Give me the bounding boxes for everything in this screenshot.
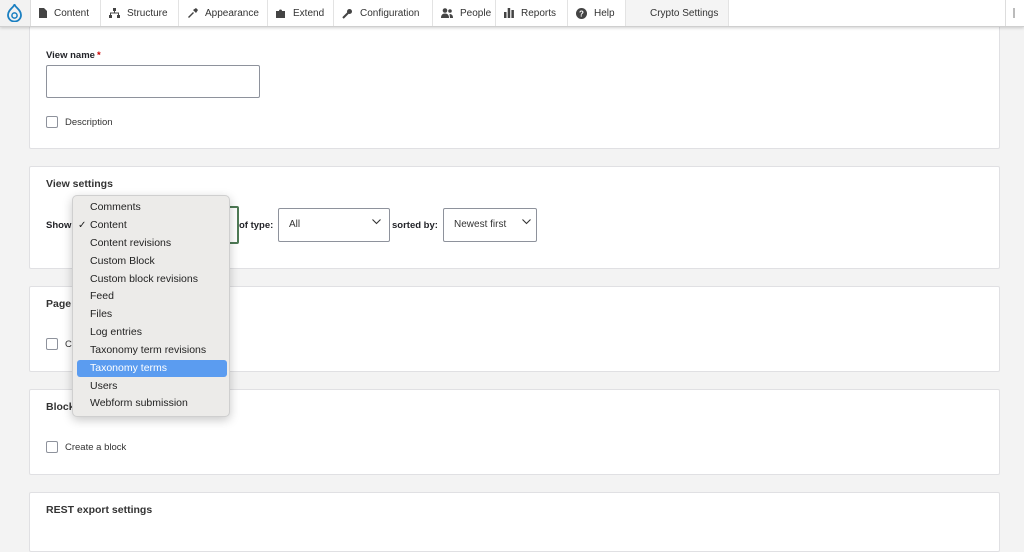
toolbar-orientation-toggle[interactable] <box>1005 0 1024 26</box>
show-label: Show <box>46 220 72 231</box>
toolbar-content-label: Content <box>54 7 90 19</box>
toolbar-reports-label: Reports <box>521 7 557 19</box>
admin-toolbar: Content Structure Appearance Extend Conf… <box>0 0 1024 27</box>
checkmark-icon: ✓ <box>78 220 87 231</box>
create-block-checkbox[interactable] <box>46 441 58 453</box>
toolbar-people[interactable]: People <box>433 0 496 26</box>
of-type-value: All <box>289 219 301 230</box>
option-log-entries[interactable]: Log entries <box>77 324 227 341</box>
toolbar-structure[interactable]: Structure <box>101 0 179 26</box>
rest-export-settings-title: REST export settings <box>46 504 153 516</box>
show-dropdown-menu: Comments ✓ Content Content revisions Cust… <box>72 195 230 417</box>
chevron-down-icon <box>372 217 381 228</box>
view-name-input[interactable] <box>46 65 260 98</box>
description-checkbox[interactable] <box>46 116 58 128</box>
brush-icon <box>187 8 198 18</box>
option-taxonomy-terms[interactable]: Taxonomy terms <box>77 360 227 377</box>
view-name-panel: View name * Description <box>29 20 1000 149</box>
toolbar-people-label: People <box>460 7 492 19</box>
option-files[interactable]: Files <box>77 306 227 323</box>
toolbar-reports[interactable]: Reports <box>496 0 568 26</box>
toolbar-content[interactable]: Content <box>31 0 101 26</box>
toolbar-crypto-settings-label: Crypto Settings <box>650 7 719 19</box>
toolbar-appearance[interactable]: Appearance <box>179 0 268 26</box>
toolbar-crypto-settings[interactable]: Crypto Settings <box>626 0 729 26</box>
option-feed[interactable]: Feed <box>77 288 227 305</box>
toolbar-appearance-label: Appearance <box>205 7 259 19</box>
sorted-by-value: Newest first <box>454 219 507 230</box>
block-settings-title: Block <box>46 401 75 413</box>
toolbar-extend[interactable]: Extend <box>268 0 334 26</box>
file-icon <box>39 8 47 18</box>
description-label: Description <box>65 117 113 128</box>
create-page-label: C <box>65 339 72 350</box>
people-icon <box>441 8 453 18</box>
toolbar-extend-label: Extend <box>293 7 325 19</box>
toolbar-configuration[interactable]: Configuration <box>334 0 433 26</box>
puzzle-icon <box>276 8 286 18</box>
drupal-logo-icon[interactable] <box>0 0 31 26</box>
view-name-label: View name * <box>46 50 101 61</box>
chevron-down-icon <box>522 217 531 228</box>
bar-chart-icon <box>504 8 514 18</box>
of-type-select[interactable]: All <box>278 208 390 242</box>
page-settings-title: Page <box>46 298 72 310</box>
create-block-label: Create a block <box>65 442 127 453</box>
help-icon: ? <box>576 7 587 19</box>
of-type-label: of type: <box>239 220 274 231</box>
toolbar-structure-label: Structure <box>127 7 168 19</box>
rest-export-settings-panel: REST export settings <box>29 492 1000 552</box>
sitemap-icon <box>109 8 120 18</box>
view-settings-title: View settings <box>46 178 113 190</box>
toolbar-help-label: Help <box>594 7 615 19</box>
wrench-icon <box>342 8 353 19</box>
svg-text:?: ? <box>579 9 584 18</box>
option-users[interactable]: Users <box>77 378 227 395</box>
create-page-checkbox[interactable] <box>46 338 58 350</box>
toolbar-help[interactable]: ? Help <box>568 0 626 26</box>
option-webform-submission[interactable]: Webform submission <box>77 395 227 412</box>
option-content-revisions[interactable]: Content revisions <box>77 235 227 252</box>
sorted-by-select[interactable]: Newest first <box>443 208 537 242</box>
sorted-by-label: sorted by: <box>392 220 438 231</box>
option-custom-block[interactable]: Custom Block <box>77 253 227 270</box>
option-comments[interactable]: Comments <box>77 199 227 216</box>
option-custom-block-revisions[interactable]: Custom block revisions <box>77 271 227 288</box>
option-taxonomy-term-revisions[interactable]: Taxonomy term revisions <box>77 342 227 359</box>
toolbar-configuration-label: Configuration <box>360 7 420 19</box>
option-content[interactable]: ✓ Content <box>77 217 227 234</box>
